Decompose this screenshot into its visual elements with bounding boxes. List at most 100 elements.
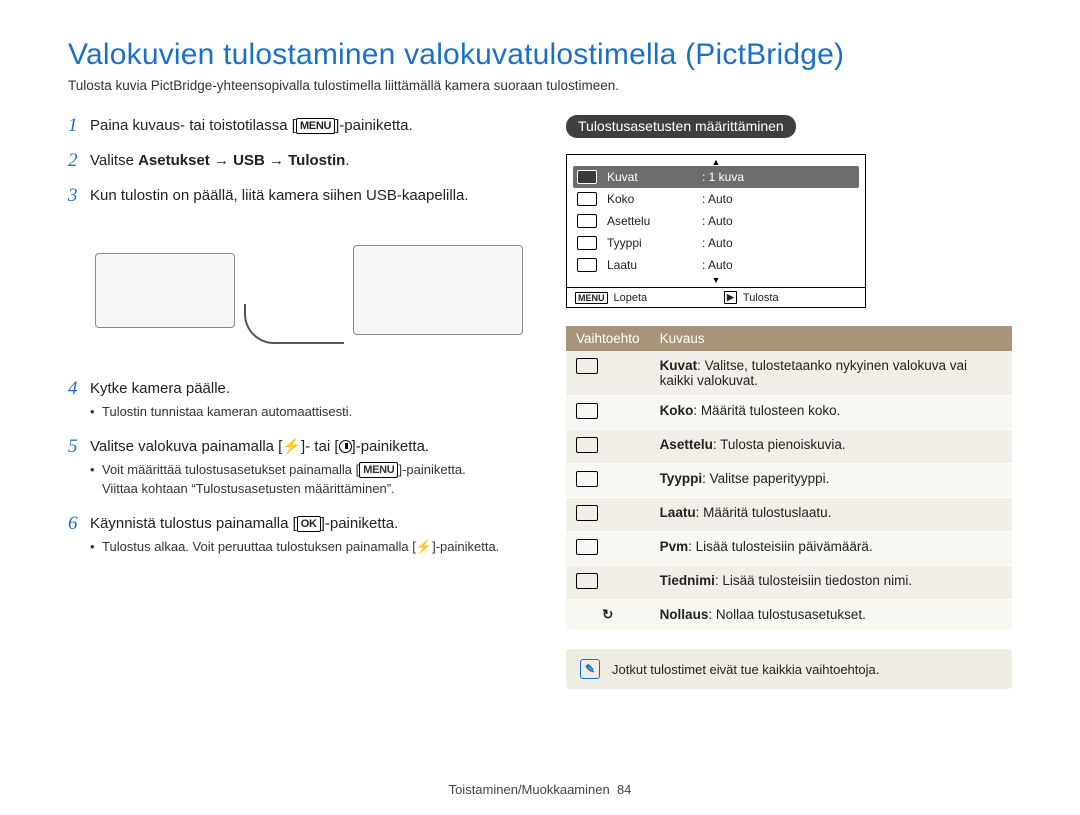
timer-icon <box>339 440 352 453</box>
step-3: 3 Kun tulostin on päällä, liitä kamera s… <box>68 185 528 364</box>
lcd-footer-label: Tulosta <box>743 292 779 304</box>
size-icon <box>577 192 597 206</box>
step-text: ]-painiketta. <box>352 438 430 455</box>
step-text: ]-painiketta. <box>335 117 413 134</box>
option-term: Kuvat <box>660 358 698 373</box>
page-footer: Toistaminen/Muokkaaminen 84 <box>0 782 1080 797</box>
footer-page-number: 84 <box>617 782 631 797</box>
bullet-text: -painiketta. <box>436 539 500 554</box>
page-subtitle: Tulosta kuvia PictBridge-yhteensopivalla… <box>68 78 1012 93</box>
step-5: 5 Valitse valokuva painamalla [⚡]- tai [… <box>68 436 528 499</box>
size-icon <box>576 403 598 419</box>
option-desc: : Valitse, tulostetaanko nykyinen valoku… <box>660 358 967 388</box>
flash-icon: ⚡ <box>416 539 432 554</box>
options-table: Vaihtoehto Kuvaus Kuvat: Valitse, tulost… <box>566 326 1012 631</box>
play-key-icon: ▶ <box>724 291 737 304</box>
images-icon <box>576 358 598 374</box>
step-number: 4 <box>68 376 78 403</box>
camera-printer-illustration <box>90 216 528 364</box>
bullet-text: -painiketta. <box>402 462 466 477</box>
lcd-value: : 1 kuva <box>702 170 744 184</box>
option-term: Nollaus <box>660 607 709 622</box>
step-text: Valitse valokuva painamalla [ <box>90 438 282 455</box>
lcd-footer-left: MENU Lopeta <box>567 288 716 307</box>
step-text: . <box>345 152 349 169</box>
info-icon: ✎ <box>580 659 600 679</box>
lcd-value: : Auto <box>702 192 733 206</box>
lcd-value: : Auto <box>702 236 733 250</box>
step-bold-path: Asetukset → USB → Tulostin <box>138 152 345 169</box>
option-desc: : Määritä tulostuslaatu. <box>696 505 832 520</box>
table-row: Tiednimi: Lisää tulosteisiin tiedoston n… <box>566 566 1012 600</box>
date-icon <box>576 539 598 555</box>
option-desc: : Valitse paperityyppi. <box>702 471 829 486</box>
lcd-row: Asettelu : Auto <box>567 210 865 232</box>
step-text: ]- tai [ <box>301 438 339 455</box>
camera-icon <box>95 253 235 328</box>
scroll-up-arrow-icon: ▲ <box>567 158 865 166</box>
lcd-footer-label: Lopeta <box>614 292 648 304</box>
step-number: 6 <box>68 511 78 538</box>
bullet-text: Voit määrittää tulostusasetukset painama… <box>102 462 352 477</box>
step-4: 4 Kytke kamera päälle. Tulostin tunnista… <box>68 378 528 422</box>
step-text: Valitse <box>90 152 138 169</box>
printer-icon <box>353 245 523 335</box>
lcd-row: Laatu : Auto <box>567 254 865 276</box>
option-term: Laatu <box>660 505 696 520</box>
menu-key-icon: MENU <box>575 292 608 304</box>
step-number: 3 <box>68 183 78 210</box>
note-text: Jotkut tulostimet eivät tue kaikkia vaih… <box>612 662 879 677</box>
settings-heading: Tulostusasetusten määrittäminen <box>566 115 796 138</box>
flash-icon: ⚡ <box>282 438 301 455</box>
option-term: Pvm <box>660 539 689 554</box>
menu-button-label: MENU <box>359 462 398 478</box>
layout-icon <box>577 214 597 228</box>
step-bullet: Voit määrittää tulostusasetukset painama… <box>90 461 528 499</box>
type-icon <box>577 236 597 250</box>
lcd-footer-right: ▶ Tulosta <box>716 288 865 307</box>
usb-cable-icon <box>244 304 344 344</box>
step-text: Kytke kamera päälle. <box>90 380 230 397</box>
steps-list: 1 Paina kuvaus- tai toistotilassa [MENU]… <box>68 115 528 556</box>
step-number: 2 <box>68 148 78 175</box>
footer-section: Toistaminen/Muokkaaminen <box>449 782 610 797</box>
step-text: Paina kuvaus- tai toistotilassa [ <box>90 117 296 134</box>
lcd-label: Kuvat <box>607 170 702 184</box>
note-box: ✎ Jotkut tulostimet eivät tue kaikkia va… <box>566 649 1012 689</box>
step-6: 6 Käynnistä tulostus painamalla [OK]-pai… <box>68 513 528 557</box>
lcd-label: Tyyppi <box>607 236 702 250</box>
table-header-description: Kuvaus <box>650 326 1012 351</box>
step-text: Käynnistä tulostus painamalla [ <box>90 515 297 532</box>
quality-icon <box>576 505 598 521</box>
step-1: 1 Paina kuvaus- tai toistotilassa [MENU]… <box>68 115 528 136</box>
option-desc: : Nollaa tulostusasetukset. <box>708 607 866 622</box>
bullet-text: Viittaa kohtaan “Tulostusasetusten määri… <box>102 481 395 496</box>
lcd-row: Kuvat : 1 kuva <box>573 166 859 188</box>
option-term: Tiednimi <box>660 573 715 588</box>
layout-icon <box>576 437 598 453</box>
table-row: Koko: Määritä tulosteen koko. <box>566 396 1012 430</box>
quality-icon <box>577 258 597 272</box>
table-header-option: Vaihtoehto <box>566 326 650 351</box>
table-row: Pvm: Lisää tulosteisiin päivämäärä. <box>566 532 1012 566</box>
option-term: Koko <box>660 403 694 418</box>
option-desc: : Lisää tulosteisiin tiedoston nimi. <box>715 573 912 588</box>
lcd-value: : Auto <box>702 214 733 228</box>
lcd-label: Laatu <box>607 258 702 272</box>
lcd-row: Koko : Auto <box>567 188 865 210</box>
images-icon <box>577 170 597 184</box>
step-2: 2 Valitse Asetukset → USB → Tulostin. <box>68 150 528 171</box>
reset-icon: ↻ <box>602 607 613 622</box>
page-title: Valokuvien tulostaminen valokuvatulostim… <box>68 38 1012 72</box>
step-text: ]-painiketta. <box>321 515 399 532</box>
lcd-label: Asettelu <box>607 214 702 228</box>
table-row: Laatu: Määritä tulostuslaatu. <box>566 498 1012 532</box>
option-desc: : Tulosta pienoiskuvia. <box>713 437 846 452</box>
step-bullet: Tulostus alkaa. Voit peruuttaa tulostuks… <box>90 538 528 557</box>
left-column: 1 Paina kuvaus- tai toistotilassa [MENU]… <box>68 115 528 689</box>
lcd-row: Tyyppi : Auto <box>567 232 865 254</box>
step-bullet: Tulostin tunnistaa kameran automaattises… <box>90 403 528 422</box>
table-row: Tyyppi: Valitse paperityyppi. <box>566 464 1012 498</box>
table-row: Asettelu: Tulosta pienoiskuvia. <box>566 430 1012 464</box>
step-text: Kun tulostin on päällä, liitä kamera sii… <box>90 187 469 204</box>
